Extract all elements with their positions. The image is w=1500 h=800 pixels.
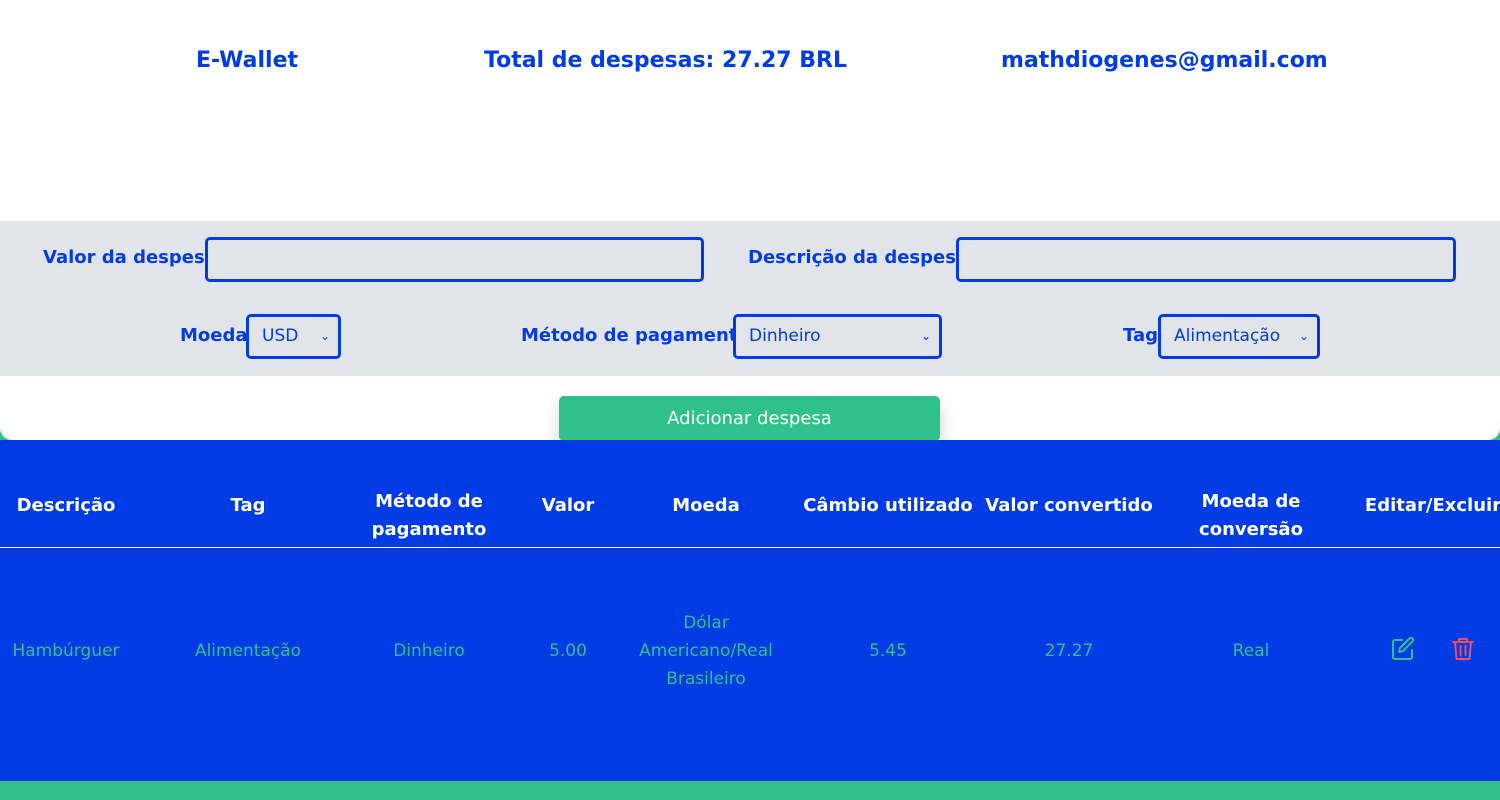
- column-header-moeda-conversao: Moeda de conversão: [1199, 491, 1303, 540]
- currency-label: Moeda: [180, 325, 248, 346]
- tag-select-value: Alimentação: [1174, 326, 1281, 346]
- cell-descricao: Hambúrguer: [12, 641, 120, 661]
- chevron-down-icon: ⌄: [319, 329, 330, 343]
- value-input[interactable]: [205, 237, 704, 282]
- method-label: Método de pagamento: [521, 325, 750, 346]
- chevron-down-icon: ⌄: [1298, 329, 1309, 343]
- currency-select[interactable]: USD ⌄: [246, 314, 341, 359]
- add-expense-button[interactable]: Adicionar despesa: [559, 396, 940, 441]
- payment-method-value: Dinheiro: [749, 326, 821, 346]
- description-label: Descrição da despesa: [748, 247, 969, 268]
- column-header-editar-excluir: Editar/Excluir: [1364, 495, 1500, 516]
- tag-label: Tag: [1123, 325, 1158, 346]
- trash-icon[interactable]: [1449, 635, 1477, 663]
- value-label: Valor da despesa: [43, 247, 217, 268]
- app-title: E-Wallet: [196, 48, 299, 73]
- cell-valor-convertido: 27.27: [1044, 641, 1094, 661]
- header-divider: [0, 547, 1500, 548]
- cell-tag: Alimentação: [194, 641, 302, 661]
- payment-method-select[interactable]: Dinheiro ⌄: [733, 314, 942, 359]
- edit-icon[interactable]: [1389, 635, 1417, 663]
- expenses-table: Descrição Tag Método de pagamento Valor …: [0, 440, 1500, 781]
- cell-metodo: Dinheiro: [393, 641, 465, 661]
- column-header-descricao: Descrição: [16, 495, 116, 516]
- column-header-valor-convertido: Valor convertido: [985, 495, 1153, 516]
- user-email: mathdiogenes@gmail.com: [1001, 48, 1328, 73]
- cell-moeda-conversao: Real: [1232, 641, 1270, 661]
- column-header-metodo: Método de pagamento: [371, 491, 487, 540]
- column-header-tag: Tag: [230, 495, 266, 516]
- total-expenses: Total de despesas: 27.27 BRL: [484, 48, 847, 73]
- description-input[interactable]: [956, 237, 1456, 282]
- cell-cambio: 5.45: [869, 641, 907, 661]
- column-header-moeda: Moeda: [672, 495, 740, 516]
- column-header-valor: Valor: [541, 495, 595, 516]
- chevron-down-icon: ⌄: [920, 329, 931, 343]
- footer-bar: [0, 781, 1500, 800]
- cell-moeda: Dólar Americano/Real Brasileiro: [639, 613, 773, 689]
- currency-select-value: USD: [262, 326, 299, 346]
- cell-valor: 5.00: [549, 641, 587, 661]
- column-header-cambio: Câmbio utilizado: [803, 495, 973, 516]
- tag-select[interactable]: Alimentação ⌄: [1158, 314, 1320, 359]
